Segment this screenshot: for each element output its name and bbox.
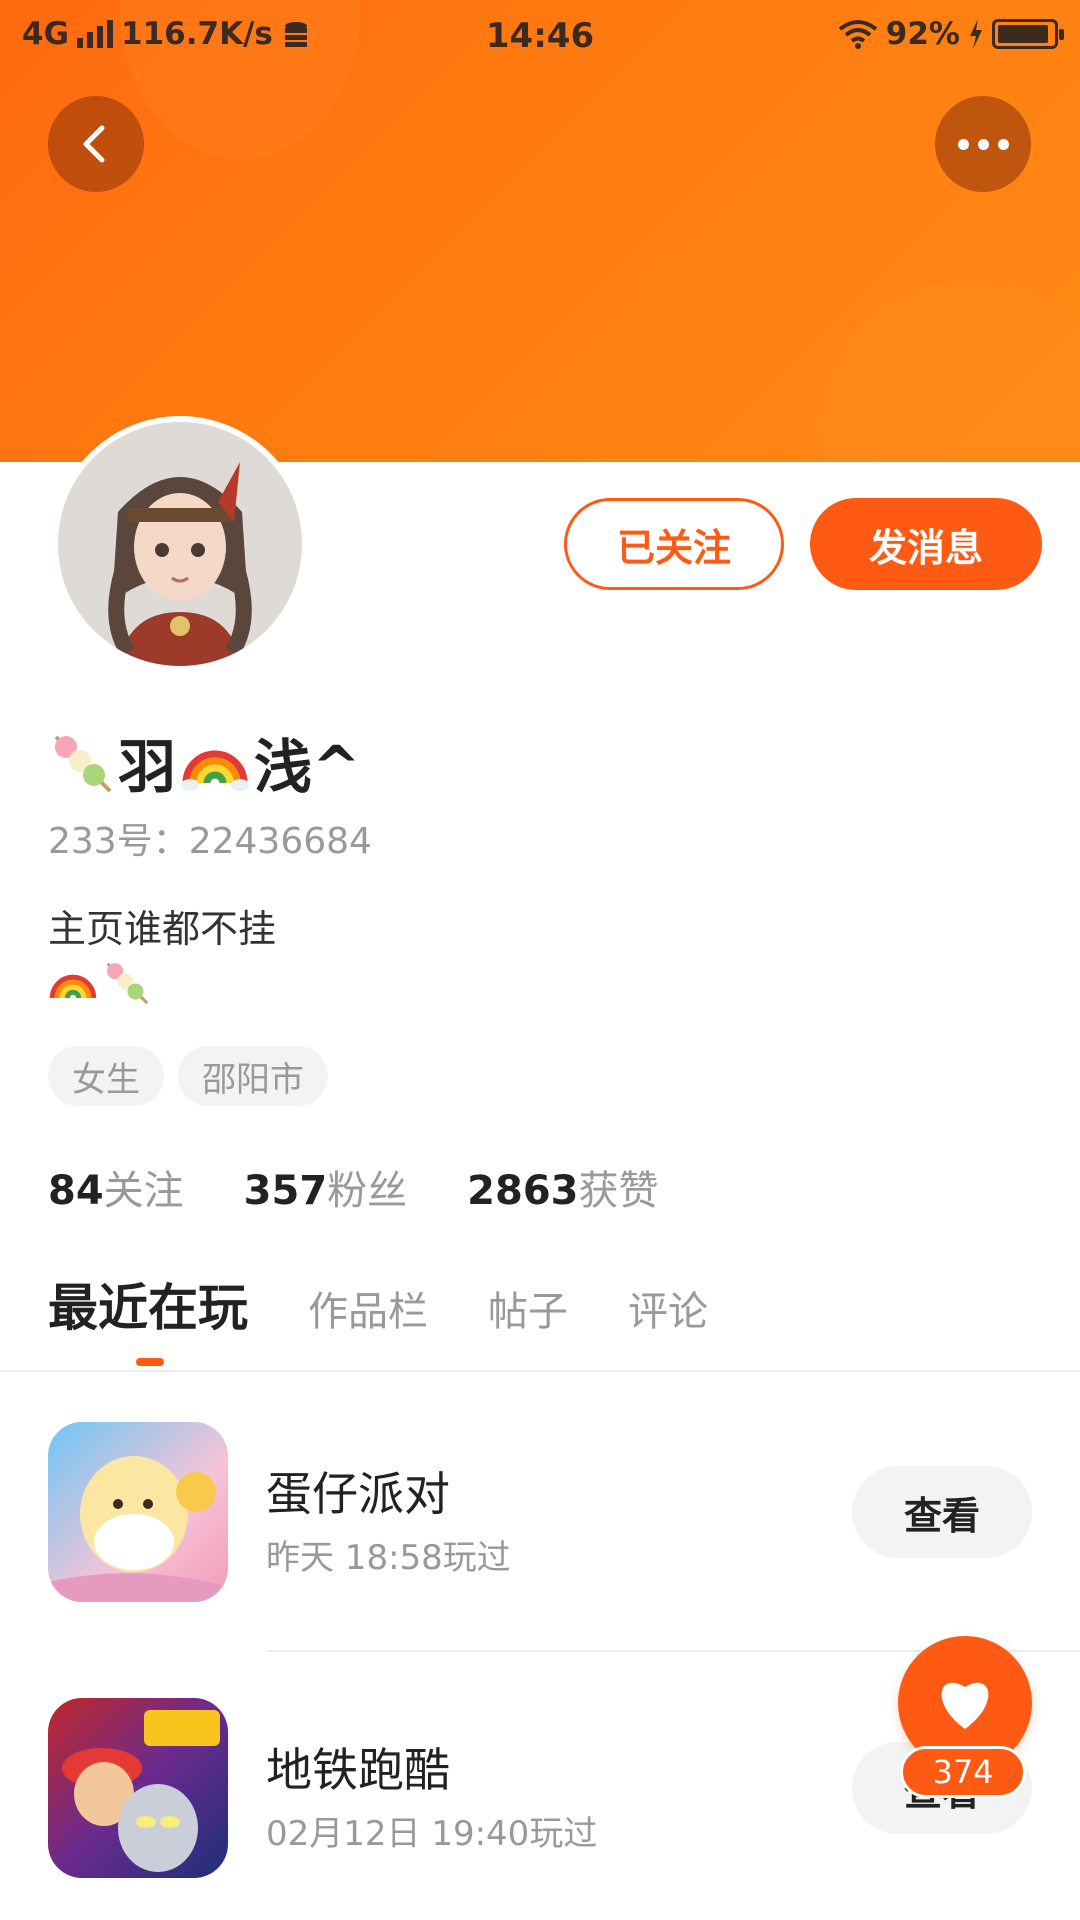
last-played-time: 02月12日 19:40玩过 bbox=[266, 1814, 598, 1854]
bio-emoji-row bbox=[48, 958, 150, 1008]
chevron-left-icon bbox=[83, 125, 105, 163]
following-count: 84 bbox=[48, 1168, 104, 1214]
tab-posts[interactable]: 帖子 bbox=[488, 1279, 568, 1337]
bio-text: 主页谁都不挂 bbox=[48, 907, 277, 951]
heart-icon bbox=[941, 1682, 989, 1729]
gender-tag: 女生 bbox=[48, 1046, 164, 1106]
nickname: 羽 浅^ bbox=[48, 720, 361, 804]
tag-list: 女生 邵阳市 bbox=[48, 1046, 328, 1106]
back-button[interactable] bbox=[48, 96, 144, 192]
status-right: 92% bbox=[838, 16, 1064, 52]
battery-icon bbox=[992, 19, 1064, 49]
status-bar: 4G 116.7K/s 14:46 92% bbox=[0, 0, 1080, 76]
followed-button[interactable]: 已关注 bbox=[564, 498, 784, 590]
dango-emoji-icon bbox=[54, 735, 112, 793]
likes-label: 获赞 bbox=[578, 1168, 659, 1214]
avatar[interactable] bbox=[52, 416, 308, 672]
game-list-item[interactable]: 地铁跑酷 02月12日 19:40玩过 查看 bbox=[48, 1698, 1048, 1878]
rainbow-emoji-icon bbox=[181, 750, 250, 791]
stats-row: 84关注 357粉丝 2863获赞 bbox=[48, 1158, 659, 1216]
last-played-time: 昨天 18:58玩过 bbox=[266, 1538, 511, 1578]
charging-icon bbox=[970, 19, 982, 49]
likes-count: 2863 bbox=[467, 1168, 579, 1214]
user-id: 233号：22436684 bbox=[48, 821, 372, 862]
battery-percent: 92% bbox=[885, 16, 960, 52]
send-message-button[interactable]: 发消息 bbox=[810, 498, 1042, 590]
tab-recently-played[interactable]: 最近在玩 bbox=[48, 1268, 248, 1340]
divider bbox=[0, 1370, 1080, 1372]
more-button[interactable] bbox=[935, 96, 1031, 192]
nickname-part2: 浅^ bbox=[254, 733, 361, 801]
like-count-badge: 374 bbox=[900, 1746, 1026, 1798]
following-stat[interactable]: 84关注 bbox=[48, 1158, 184, 1216]
fans-label: 粉丝 bbox=[327, 1168, 408, 1214]
likes-stat: 2863获赞 bbox=[467, 1158, 658, 1216]
following-label: 关注 bbox=[103, 1168, 184, 1214]
rainbow-emoji-icon bbox=[49, 974, 97, 999]
profile-tabs: 最近在玩 作品栏 帖子 评论 bbox=[48, 1268, 708, 1340]
fans-stat[interactable]: 357粉丝 bbox=[244, 1158, 408, 1216]
game-name: 蛋仔派对 bbox=[266, 1467, 450, 1521]
subway-surfers-game-icon bbox=[48, 1698, 228, 1878]
nickname-part1: 羽 bbox=[118, 733, 177, 801]
banner-decoration bbox=[820, 280, 1080, 462]
avatar-image bbox=[58, 422, 302, 666]
dango-emoji-icon bbox=[106, 962, 149, 1005]
tab-works[interactable]: 作品栏 bbox=[308, 1279, 428, 1337]
location-tag: 邵阳市 bbox=[178, 1046, 328, 1106]
game-list-item[interactable]: 蛋仔派对 昨天 18:58玩过 查看 bbox=[48, 1422, 1048, 1602]
tab-comments[interactable]: 评论 bbox=[628, 1279, 708, 1337]
view-button[interactable]: 查看 bbox=[852, 1466, 1032, 1558]
eggy-party-game-icon bbox=[48, 1422, 228, 1602]
more-dots-icon bbox=[957, 138, 1009, 150]
game-name: 地铁跑酷 bbox=[266, 1743, 450, 1797]
profile-header-banner: 4G 116.7K/s 14:46 92% bbox=[0, 0, 1080, 462]
fans-count: 357 bbox=[243, 1168, 328, 1214]
wifi-icon bbox=[838, 20, 878, 49]
tab-indicator bbox=[136, 1358, 164, 1366]
